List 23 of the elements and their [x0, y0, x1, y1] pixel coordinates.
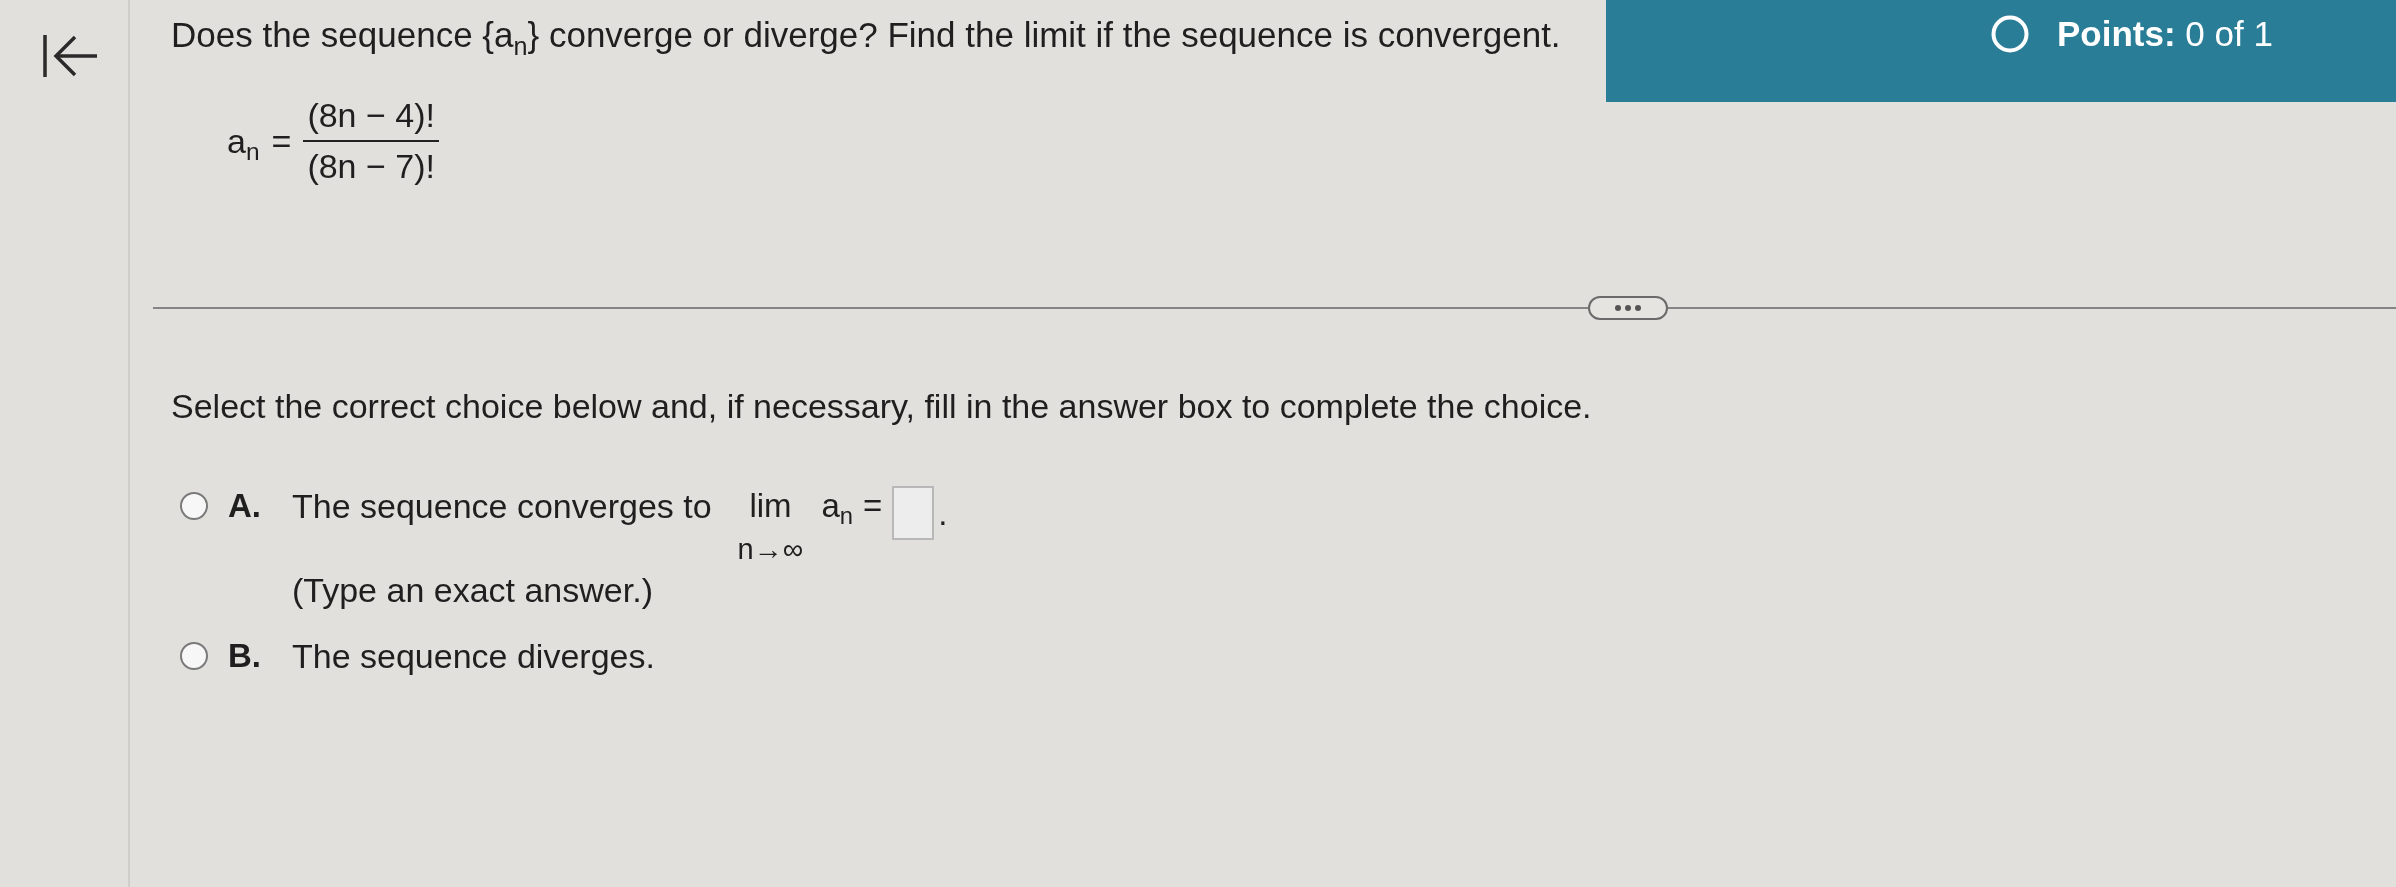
radio-button[interactable] — [180, 492, 208, 520]
limit-term: a$_{n}$ — [821, 486, 853, 526]
period-text: . — [938, 494, 948, 534]
choice-text: The sequence diverges. — [292, 636, 655, 676]
choice-hint: (Type an exact answer.) — [292, 570, 654, 610]
ellipsis-icon — [1615, 305, 1641, 311]
limit-operator: lim — [749, 486, 792, 526]
limit-subscript: n→∞ — [737, 532, 804, 566]
more-button[interactable] — [1588, 296, 1668, 320]
choice-letter: B. — [228, 636, 262, 676]
equals-sign: = — [271, 121, 292, 161]
choice-letter: A. — [228, 486, 262, 526]
fraction-numerator: (8n − 4)! — [303, 96, 439, 142]
fraction-denominator: (8n − 7)! — [306, 146, 436, 186]
answer-field[interactable] — [892, 486, 935, 540]
question-text: Does the sequence {a$_{n}$} converge or diverge? Find the limit if the sequence is convergent. — [171, 14, 1561, 56]
equals-sign: = — [863, 486, 883, 526]
instruction-text: Select the correct choice below and, if necessary, fill in the answer box to complete the choice. — [171, 386, 1593, 426]
choice-text: The sequence converges to — [292, 486, 712, 526]
radio-button[interactable] — [180, 642, 208, 670]
formula-term: a$_{n}$ — [227, 121, 260, 161]
ring-icon — [1991, 15, 2029, 53]
points-text: Points: 0 of 1 — [2057, 13, 2273, 55]
